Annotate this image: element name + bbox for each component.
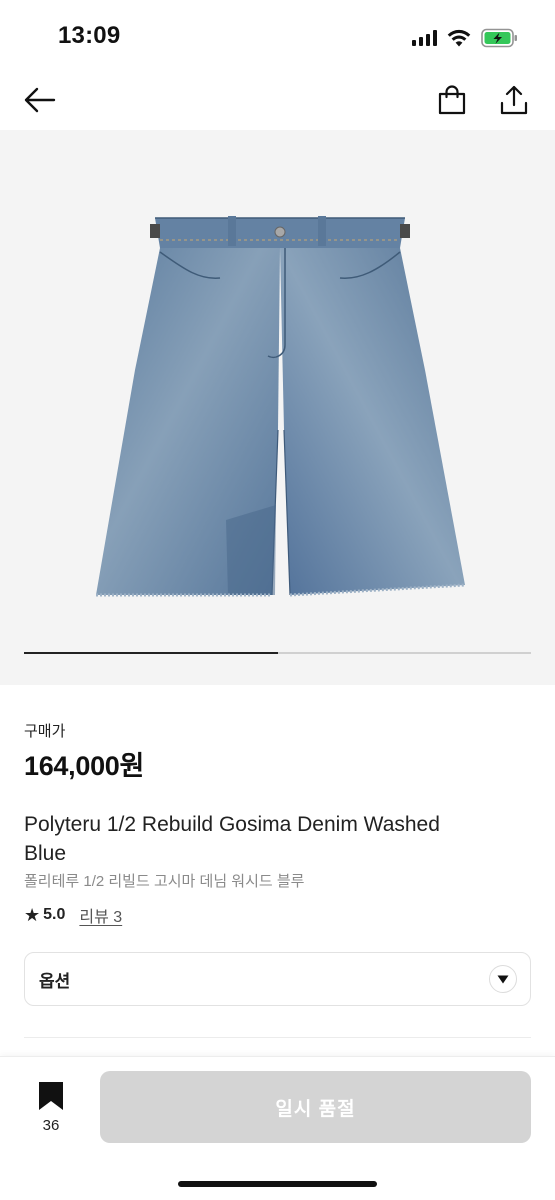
status-icons [412, 26, 519, 50]
price-value: 164,000원 [24, 751, 145, 781]
option-label: 옵션 [39, 971, 71, 991]
option-arrow-button[interactable] [489, 965, 517, 993]
arrow-left-icon [24, 87, 56, 113]
rating-score: 5.0 [43, 906, 66, 923]
battery-charging-icon [481, 28, 517, 48]
back-button[interactable] [18, 78, 62, 122]
wifi-icon [447, 29, 471, 47]
bottom-action-bar: 36 일시 품절 [0, 1056, 555, 1200]
product-name-ko: 폴리테루 1/2 리빌드 고시마 데님 워시드 블루 [24, 873, 305, 890]
triangle-down-icon [497, 975, 509, 983]
rating-row: ★ 5.0 리뷰 3 [24, 903, 122, 927]
bookmark-icon [39, 1082, 63, 1110]
star-icon: ★ [24, 904, 41, 925]
cellular-signal-icon [412, 30, 437, 46]
option-select[interactable]: 옵션 [24, 952, 531, 1006]
bookmark-count: 36 [42, 1117, 60, 1134]
cart-button[interactable] [430, 78, 474, 122]
home-indicator [178, 1181, 377, 1187]
gallery-progress-track [24, 652, 531, 654]
review-link[interactable]: 리뷰 3 [79, 903, 122, 927]
product-image [96, 216, 466, 597]
share-icon [500, 85, 528, 115]
product-image-gallery[interactable] [0, 130, 555, 685]
price-label: 구매가 [24, 723, 66, 740]
nav-bar [0, 70, 555, 130]
status-bar: 13:09 [0, 0, 555, 70]
status-time: 13:09 [58, 22, 121, 49]
product-name-en: Polyteru 1/2 Rebuild Gosima Denim Washed… [24, 813, 440, 865]
divider [24, 1037, 531, 1038]
bookmark-button[interactable]: 36 [30, 1081, 72, 1137]
shopping-bag-icon [438, 85, 466, 115]
gallery-progress-fill [24, 652, 278, 654]
soldout-button[interactable]: 일시 품절 [100, 1071, 531, 1143]
share-button[interactable] [492, 78, 536, 122]
